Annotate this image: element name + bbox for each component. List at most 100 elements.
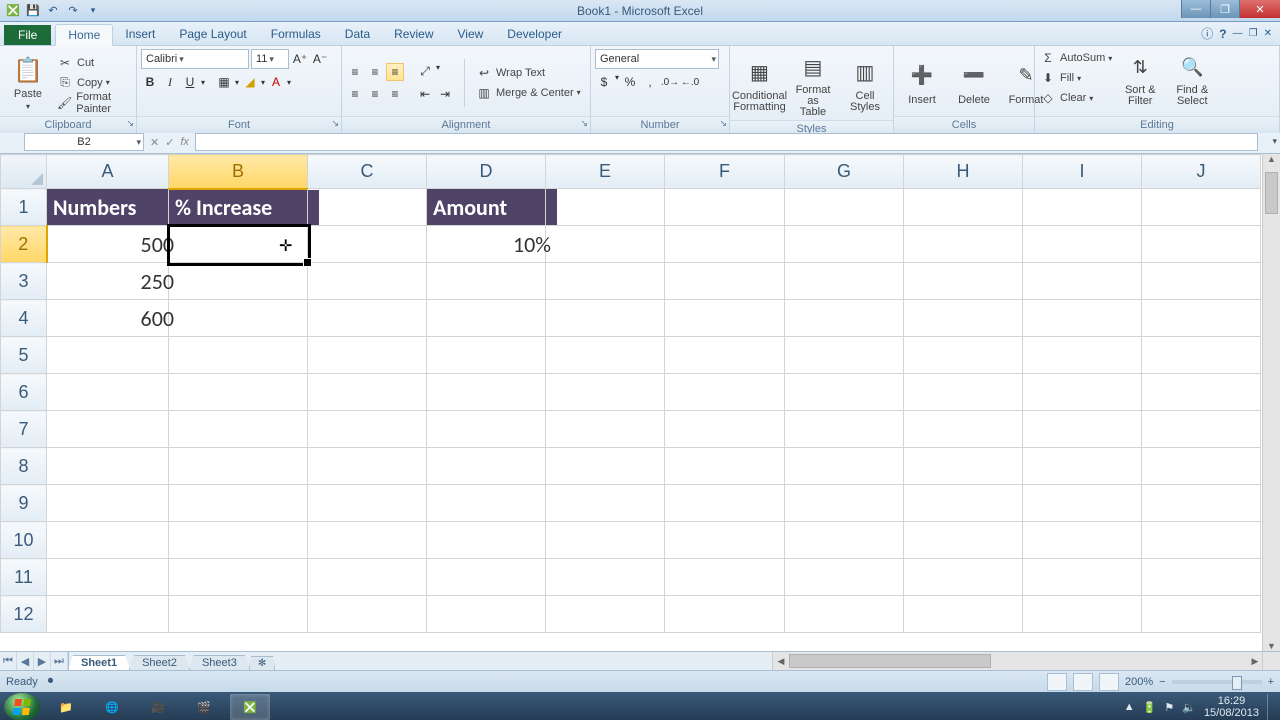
sheet-tab-sheet1[interactable]: Sheet1 — [68, 655, 130, 670]
cell-B7[interactable] — [169, 411, 308, 448]
cell-I5[interactable] — [1023, 337, 1142, 374]
align-left-icon[interactable]: ≡ — [346, 85, 364, 103]
sheet-nav-next-icon[interactable]: ▶ — [34, 652, 51, 670]
cell-B11[interactable] — [169, 559, 308, 596]
inner-window-min[interactable]: — — [1233, 28, 1243, 39]
tray-network-icon[interactable]: ▲ — [1124, 701, 1135, 713]
cell-H1[interactable] — [904, 189, 1023, 226]
row-header-4[interactable]: 4 — [1, 300, 47, 337]
cell-B5[interactable] — [169, 337, 308, 374]
cell-D7[interactable] — [427, 411, 546, 448]
font-launcher-icon[interactable]: ↘ — [331, 118, 339, 129]
cell-E4[interactable] — [546, 300, 665, 337]
formula-bar[interactable]: ▾ — [195, 133, 1258, 151]
h-scroll-thumb[interactable] — [789, 654, 991, 668]
cell-G8[interactable] — [785, 448, 904, 485]
taskbar-app1-icon[interactable]: 🎥 — [138, 694, 178, 720]
font-name-combo[interactable]: Calibri▾ — [141, 49, 249, 69]
cell-J6[interactable] — [1142, 374, 1261, 411]
conditional-formatting-button[interactable]: ▦ Conditional Formatting — [734, 49, 785, 120]
cell-J5[interactable] — [1142, 337, 1261, 374]
sheet-tab-sheet2[interactable]: Sheet2 — [129, 655, 190, 670]
col-header-J[interactable]: J — [1142, 155, 1261, 189]
cell-F4[interactable] — [665, 300, 785, 337]
col-header-C[interactable]: C — [308, 155, 427, 189]
cell-A4[interactable]: 600 — [47, 300, 169, 337]
maximize-button[interactable]: ❐ — [1210, 0, 1239, 18]
row-header-12[interactable]: 12 — [1, 596, 47, 633]
cell-A9[interactable] — [47, 485, 169, 522]
cell-F8[interactable] — [665, 448, 785, 485]
cell-G1[interactable] — [785, 189, 904, 226]
col-header-D[interactable]: D — [427, 155, 546, 189]
row-header-11[interactable]: 11 — [1, 559, 47, 596]
cell-A12[interactable] — [47, 596, 169, 633]
cell-C10[interactable] — [308, 522, 427, 559]
cell-I9[interactable] — [1023, 485, 1142, 522]
row-header-10[interactable]: 10 — [1, 522, 47, 559]
cell-J7[interactable] — [1142, 411, 1261, 448]
cell-I4[interactable] — [1023, 300, 1142, 337]
row-header-8[interactable]: 8 — [1, 448, 47, 485]
new-sheet-button[interactable]: ✻ — [249, 656, 275, 670]
v-scroll-thumb[interactable] — [1265, 172, 1278, 214]
cell-H8[interactable] — [904, 448, 1023, 485]
help-icon[interactable]: ? — [1219, 27, 1226, 41]
orientation-icon[interactable]: ⤢ — [416, 63, 434, 81]
tab-data[interactable]: Data — [333, 24, 382, 45]
align-top-icon[interactable]: ≡ — [346, 63, 364, 81]
col-header-A[interactable]: A — [47, 155, 169, 189]
underline-button[interactable]: U — [181, 73, 199, 91]
font-size-combo[interactable]: 11▾ — [251, 49, 289, 69]
tray-battery-icon[interactable]: 🔋 — [1143, 701, 1157, 714]
zoom-out-icon[interactable]: − — [1159, 676, 1165, 688]
format-painter-button[interactable]: 🖌Format Painter — [56, 94, 132, 112]
cell-B12[interactable] — [169, 596, 308, 633]
tab-page-layout[interactable]: Page Layout — [167, 24, 258, 45]
cell-C3[interactable] — [308, 263, 427, 300]
cell-H12[interactable] — [904, 596, 1023, 633]
fx-icon[interactable]: fx — [180, 136, 189, 148]
select-all-corner[interactable] — [1, 155, 47, 189]
clear-button[interactable]: ◇Clear▾ — [1039, 89, 1112, 107]
start-button[interactable] — [4, 693, 40, 720]
cell-J10[interactable] — [1142, 522, 1261, 559]
ribbon-minimize-icon[interactable]: ⓘ — [1201, 25, 1213, 42]
cell-A2[interactable]: 500 — [47, 226, 169, 263]
align-center-icon[interactable]: ≡ — [366, 85, 384, 103]
col-header-H[interactable]: H — [904, 155, 1023, 189]
tab-developer[interactable]: Developer — [495, 24, 574, 45]
tray-flag-icon[interactable]: ⚑ — [1164, 701, 1174, 714]
cell-B9[interactable] — [169, 485, 308, 522]
taskbar-chrome-icon[interactable]: 🌐 — [92, 694, 132, 720]
increase-decimal-icon[interactable]: .0→ — [661, 73, 679, 91]
cell-A10[interactable] — [47, 522, 169, 559]
cell-F2[interactable] — [665, 226, 785, 263]
sheet-tab-sheet3[interactable]: Sheet3 — [189, 655, 250, 670]
cell-A1[interactable]: Numbers — [47, 189, 169, 226]
decrease-indent-icon[interactable]: ⇤ — [416, 85, 434, 103]
cell-I11[interactable] — [1023, 559, 1142, 596]
name-box[interactable]: B2 ▾ — [24, 133, 144, 151]
cell-D4[interactable] — [427, 300, 546, 337]
tab-review[interactable]: Review — [382, 24, 445, 45]
cell-E8[interactable] — [546, 448, 665, 485]
shrink-font-icon[interactable]: A⁻ — [311, 50, 329, 68]
cell-D6[interactable] — [427, 374, 546, 411]
view-page-break-icon[interactable] — [1099, 673, 1119, 691]
col-header-G[interactable]: G — [785, 155, 904, 189]
cell-G12[interactable] — [785, 596, 904, 633]
cell-B3[interactable] — [169, 263, 308, 300]
format-as-table-button[interactable]: ▤ Format as Table — [789, 49, 837, 120]
save-icon[interactable]: 💾 — [26, 4, 40, 18]
cell-F7[interactable] — [665, 411, 785, 448]
cell-styles-button[interactable]: ▥ Cell Styles — [841, 49, 889, 120]
sheet-nav-first-icon[interactable]: ⏮ — [0, 652, 17, 670]
cell-H2[interactable] — [904, 226, 1023, 263]
align-bottom-icon[interactable]: ≡ — [386, 63, 404, 81]
sheet-nav-last-icon[interactable]: ⏭ — [51, 652, 68, 670]
cell-J9[interactable] — [1142, 485, 1261, 522]
col-header-B[interactable]: B — [169, 155, 308, 189]
increase-indent-icon[interactable]: ⇥ — [436, 85, 454, 103]
cell-J3[interactable] — [1142, 263, 1261, 300]
